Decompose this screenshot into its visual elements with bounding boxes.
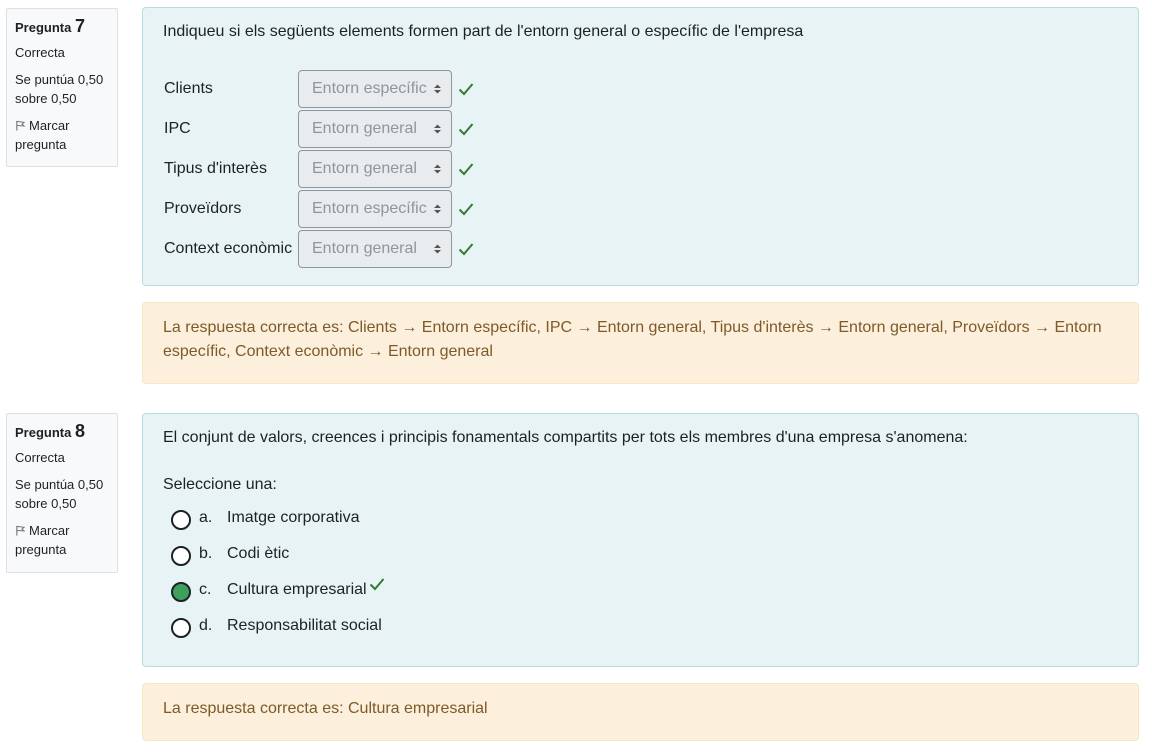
question-text: Indiqueu si els següents elements formen… bbox=[163, 23, 804, 40]
question-state: Correcta bbox=[15, 450, 65, 465]
option-text: Codi ètic bbox=[227, 545, 290, 562]
feedback-text-line-1: La respuesta correcta es: Clients → Ento… bbox=[163, 319, 1102, 336]
question-text: El conjunt de valors, creences i princip… bbox=[163, 429, 968, 446]
option-text: Cultura empresarial bbox=[227, 581, 367, 598]
select-value: Entorn específic bbox=[312, 200, 427, 217]
question-label: Pregunta bbox=[15, 20, 72, 35]
caret-updown-icon bbox=[434, 124, 441, 134]
question-number-line: Pregunta 7 bbox=[15, 17, 109, 37]
grade-line-2: sobre 0,50 bbox=[15, 91, 77, 106]
match-label: Proveïdors bbox=[164, 200, 242, 217]
caret-updown-icon bbox=[434, 84, 441, 94]
radio-button[interactable] bbox=[171, 510, 191, 530]
match-select[interactable]: Entorn específic bbox=[298, 190, 452, 228]
grade-line-1: Se puntúa 0,50 bbox=[15, 72, 104, 87]
option-letter: a. bbox=[199, 509, 213, 526]
match-label: IPC bbox=[164, 120, 191, 137]
match-select[interactable]: Entorn específic bbox=[298, 70, 452, 108]
radio-button-checked[interactable] bbox=[171, 582, 191, 602]
question-grade: Se puntúa 0,50 sobre 0,50 bbox=[15, 475, 109, 513]
answer-prompt: Seleccione una: bbox=[163, 476, 277, 493]
flag-icon bbox=[16, 120, 26, 131]
match-label: Tipus d'interès bbox=[164, 160, 267, 177]
flag-question-link[interactable]: Marcar pregunta bbox=[15, 521, 109, 559]
flag-question-link[interactable]: Marcar pregunta bbox=[15, 116, 109, 154]
match-select[interactable]: Entorn general bbox=[298, 110, 452, 148]
match-select[interactable]: Entorn general bbox=[298, 230, 452, 268]
question-content-8: El conjunt de valors, creences i princip… bbox=[142, 413, 1139, 667]
right-answer-feedback: La respuesta correcta es: Cultura empres… bbox=[142, 683, 1139, 741]
select-value: Entorn general bbox=[312, 120, 417, 137]
check-icon bbox=[369, 578, 385, 591]
flag-label-1: Marcar bbox=[29, 118, 70, 133]
question-number-line: Pregunta 8 bbox=[15, 422, 109, 442]
option-text: Responsabilitat social bbox=[227, 617, 382, 634]
match-label: Context econòmic bbox=[164, 240, 293, 257]
option-letter: b. bbox=[199, 545, 213, 562]
match-label: Clients bbox=[164, 80, 213, 97]
option-text: Imatge corporativa bbox=[227, 509, 360, 526]
flag-icon bbox=[16, 525, 26, 536]
radio-button[interactable] bbox=[171, 618, 191, 638]
check-icon bbox=[458, 83, 474, 96]
caret-updown-icon bbox=[434, 164, 441, 174]
select-value: Entorn general bbox=[312, 160, 417, 177]
question-content-7: Indiqueu si els següents elements formen… bbox=[142, 7, 1139, 286]
caret-updown-icon bbox=[434, 244, 441, 254]
question-number: 8 bbox=[74, 421, 85, 441]
feedback-text: La respuesta correcta es: Cultura empres… bbox=[163, 700, 488, 717]
flag-label-2: pregunta bbox=[15, 542, 67, 557]
flag-label-2: pregunta bbox=[15, 137, 67, 152]
check-icon bbox=[458, 123, 474, 136]
question-number: 7 bbox=[74, 16, 85, 36]
caret-updown-icon bbox=[434, 204, 441, 214]
grade-line-2: sobre 0,50 bbox=[15, 496, 77, 511]
right-answer-feedback: La respuesta correcta es: Clients → Ento… bbox=[142, 302, 1139, 384]
question-state: Correcta bbox=[15, 45, 65, 60]
question-label: Pregunta bbox=[15, 425, 72, 440]
feedback-text-line-2: específic, Context econòmic → Entorn gen… bbox=[163, 343, 493, 360]
select-value: Entorn específic bbox=[312, 80, 427, 97]
option-letter: c. bbox=[199, 581, 212, 598]
select-value: Entorn general bbox=[312, 240, 417, 257]
check-icon bbox=[458, 203, 474, 216]
question-info-8: Pregunta 8 Correcta Se puntúa 0,50 sobre… bbox=[6, 413, 118, 573]
radio-button[interactable] bbox=[171, 546, 191, 566]
question-info-7: Pregunta 7 Correcta Se puntúa 0,50 sobre… bbox=[6, 8, 118, 167]
option-letter: d. bbox=[199, 617, 213, 634]
flag-label-1: Marcar bbox=[29, 523, 70, 538]
match-select[interactable]: Entorn general bbox=[298, 150, 452, 188]
question-grade: Se puntúa 0,50 sobre 0,50 bbox=[15, 70, 109, 108]
check-icon bbox=[458, 243, 474, 256]
check-icon bbox=[458, 163, 474, 176]
grade-line-1: Se puntúa 0,50 bbox=[15, 477, 104, 492]
